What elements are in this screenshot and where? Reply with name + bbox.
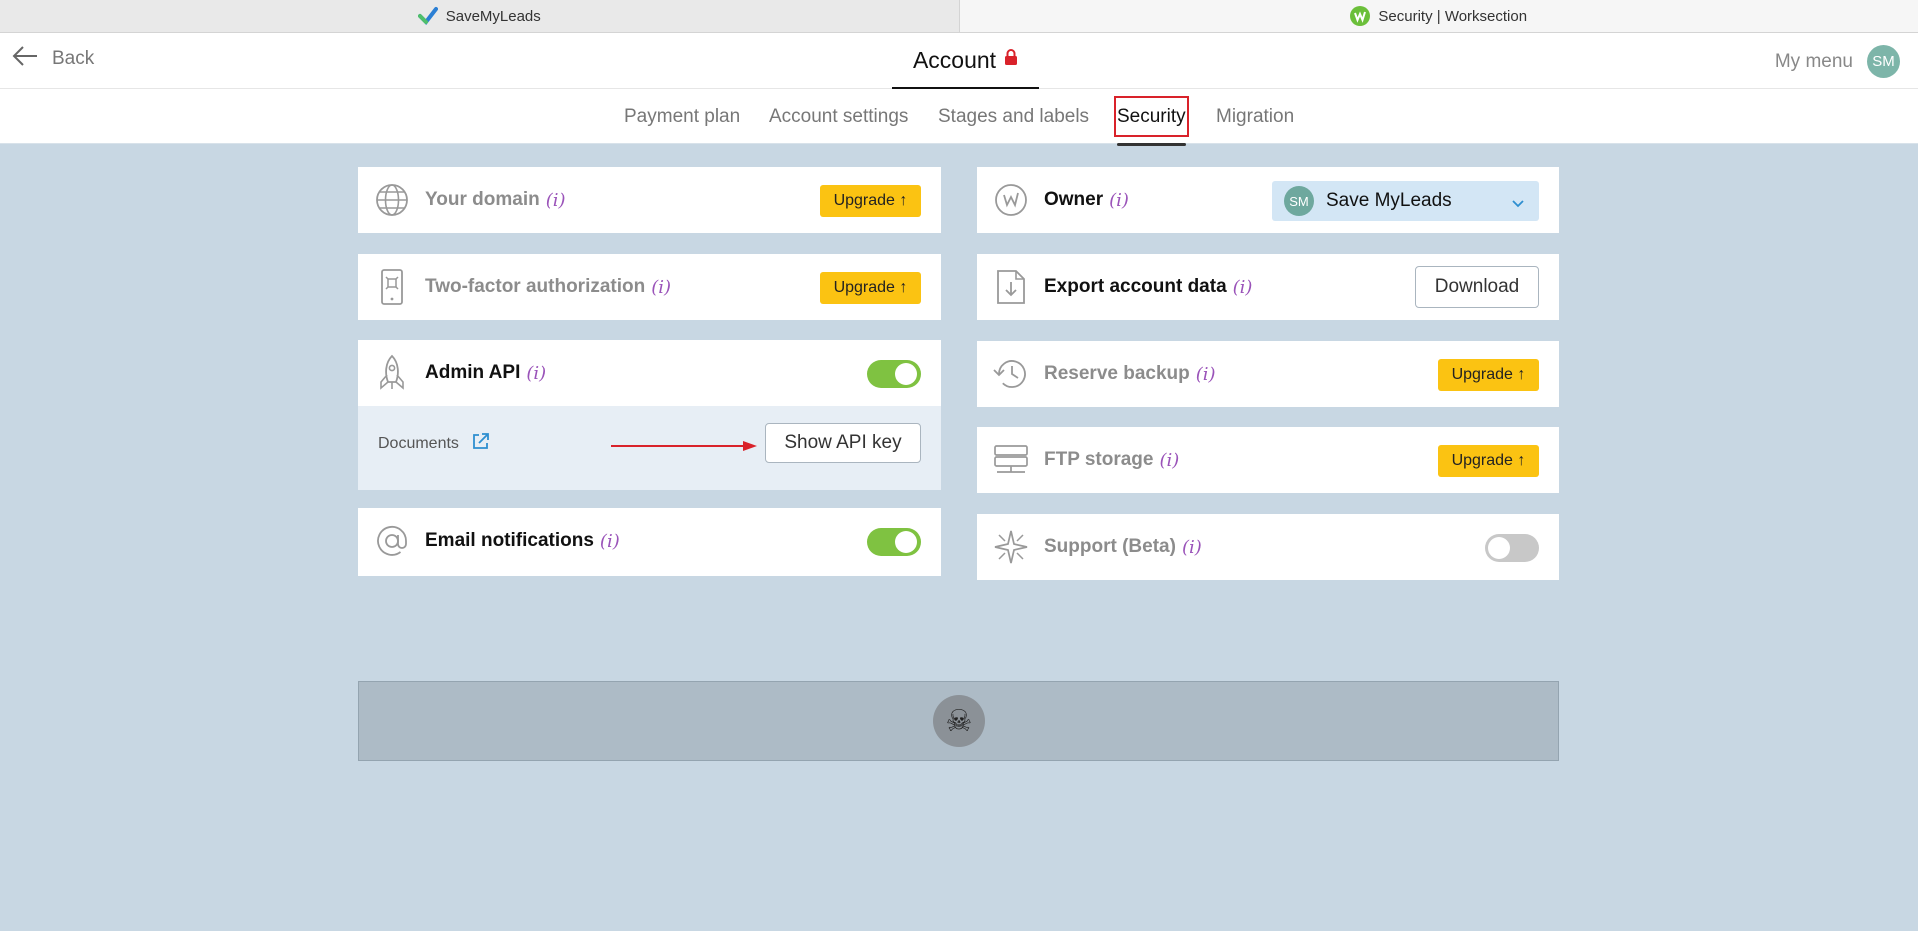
browser-tab-bar: SaveMyLeads Security | Worksection (0, 0, 1918, 33)
danger-zone: ☠ (358, 681, 1559, 761)
owner-label: Owner (i) (1044, 167, 1129, 233)
toggle-knob (1488, 537, 1510, 559)
external-link-icon (471, 432, 490, 456)
tab-label: Payment plan (624, 105, 741, 127)
documents-link[interactable]: Documents (378, 432, 490, 456)
info-icon[interactable]: (i) (651, 277, 671, 298)
tab-migration[interactable]: Migration (1216, 89, 1294, 144)
documents-label: Documents (378, 435, 459, 452)
card-title: Owner (1044, 189, 1104, 210)
admin-api-label: Admin API (i) (425, 340, 546, 406)
upgrade-button[interactable]: Upgrade ↑ (1438, 445, 1539, 477)
info-icon[interactable]: (i) (1196, 364, 1216, 385)
domain-label: Your domain (i) (425, 167, 566, 233)
export-card: Export account data (i) Download (977, 254, 1559, 320)
tab-security[interactable]: Security (1114, 89, 1189, 146)
browser-tab-title: SaveMyLeads (445, 7, 541, 25)
my-menu-label: My menu (1774, 50, 1853, 72)
support-label: Support (Beta) (i) (1044, 514, 1202, 580)
worksection-icon (1350, 6, 1371, 26)
admin-api-details: Documents Show API key (358, 406, 941, 490)
toggle-knob (895, 363, 917, 385)
info-icon[interactable]: (i) (1182, 537, 1202, 558)
red-arrow-annotation (611, 439, 757, 457)
admin-api-card: Admin API (i) Documents Show API key (358, 340, 941, 490)
browser-tab-title: Security | Worksection (1378, 7, 1528, 25)
info-icon[interactable]: (i) (600, 531, 620, 552)
two-factor-card: Two-factor authorization (i) Upgrade ↑ (358, 254, 941, 320)
file-download-icon (993, 269, 1029, 305)
at-sign-icon (374, 523, 410, 559)
card-title: Admin API (425, 362, 521, 383)
tab-account-settings[interactable]: Account settings (769, 89, 908, 144)
settings-tabs: Payment plan Account settings Stages and… (0, 89, 1918, 146)
upgrade-button[interactable]: Upgrade ↑ (820, 185, 921, 217)
owner-select[interactable]: SM Save MyLeads (1272, 181, 1539, 221)
owner-name: Save MyLeads (1326, 190, 1452, 211)
server-icon (993, 442, 1029, 478)
phone-icon (374, 269, 410, 305)
download-button[interactable]: Download (1415, 266, 1539, 308)
admin-api-toggle[interactable] (867, 360, 921, 388)
upgrade-button[interactable]: Upgrade ↑ (1438, 359, 1539, 391)
ftp-storage-card: FTP storage (i) Upgrade ↑ (977, 427, 1559, 493)
support-card: Support (Beta) (i) (977, 514, 1559, 580)
back-button[interactable]: Back (12, 45, 94, 73)
tab-label: Stages and labels (938, 105, 1090, 127)
reserve-backup-card: Reserve backup (i) Upgrade ↑ (977, 341, 1559, 407)
page-title: Account (912, 46, 997, 73)
tab-payment-plan[interactable]: Payment plan (624, 89, 740, 144)
toggle-knob (895, 531, 917, 553)
history-icon (993, 356, 1029, 392)
email-notifications-label: Email notifications (i) (425, 508, 620, 574)
lock-icon (1004, 49, 1018, 71)
two-factor-label: Two-factor authorization (i) (425, 254, 671, 320)
card-title: Export account data (1044, 276, 1227, 297)
card-title: FTP storage (1044, 449, 1154, 470)
reserve-backup-label: Reserve backup (i) (1044, 341, 1216, 407)
active-tab-underline (1117, 143, 1186, 146)
app-header: Back Account My menu SM (0, 33, 1918, 89)
owner-card: Owner (i) SM Save MyLeads (977, 167, 1559, 233)
card-title: Two-factor authorization (425, 276, 646, 297)
tab-label: Migration (1216, 105, 1295, 127)
tab-label: Account settings (769, 105, 909, 127)
email-notifications-toggle[interactable] (867, 528, 921, 556)
page-title-wrap: Account (892, 33, 1039, 89)
globe-icon (374, 182, 410, 218)
card-title: Reserve backup (1044, 363, 1190, 384)
arrow-left-icon (12, 45, 38, 73)
my-menu[interactable]: My menu SM (1775, 45, 1900, 78)
skull-crossbones-icon[interactable]: ☠ (933, 695, 985, 747)
show-api-key-button[interactable]: Show API key (765, 423, 921, 463)
info-icon[interactable]: (i) (1109, 190, 1129, 211)
card-title: Support (Beta) (1044, 536, 1176, 557)
savemyleads-check-icon (417, 6, 438, 26)
browser-tab-savemyleads[interactable]: SaveMyLeads (0, 0, 959, 32)
card-title: Email notifications (425, 530, 594, 551)
owner-avatar: SM (1284, 186, 1314, 216)
info-icon[interactable]: (i) (1233, 277, 1253, 298)
info-icon[interactable]: (i) (1159, 450, 1179, 471)
info-icon[interactable]: (i) (546, 190, 566, 211)
card-title: Your domain (425, 189, 540, 210)
back-label: Back (52, 48, 95, 69)
ftp-storage-label: FTP storage (i) (1044, 427, 1179, 493)
export-label: Export account data (i) (1044, 254, 1252, 320)
owner-worksection-icon (993, 182, 1029, 218)
info-icon[interactable]: (i) (526, 363, 546, 384)
upgrade-button[interactable]: Upgrade ↑ (820, 272, 921, 304)
browser-tab-worksection[interactable]: Security | Worksection (958, 0, 1918, 32)
sparkle-icon (993, 529, 1029, 565)
chevron-down-icon (1511, 194, 1525, 216)
email-notifications-card: Email notifications (i) (358, 508, 941, 576)
rocket-icon (374, 354, 410, 391)
domain-card: Your domain (i) Upgrade ↑ (358, 167, 941, 233)
highlight-frame (1114, 96, 1189, 137)
support-toggle[interactable] (1485, 534, 1539, 562)
tab-stages-and-labels[interactable]: Stages and labels (938, 89, 1089, 144)
avatar[interactable]: SM (1867, 45, 1900, 78)
